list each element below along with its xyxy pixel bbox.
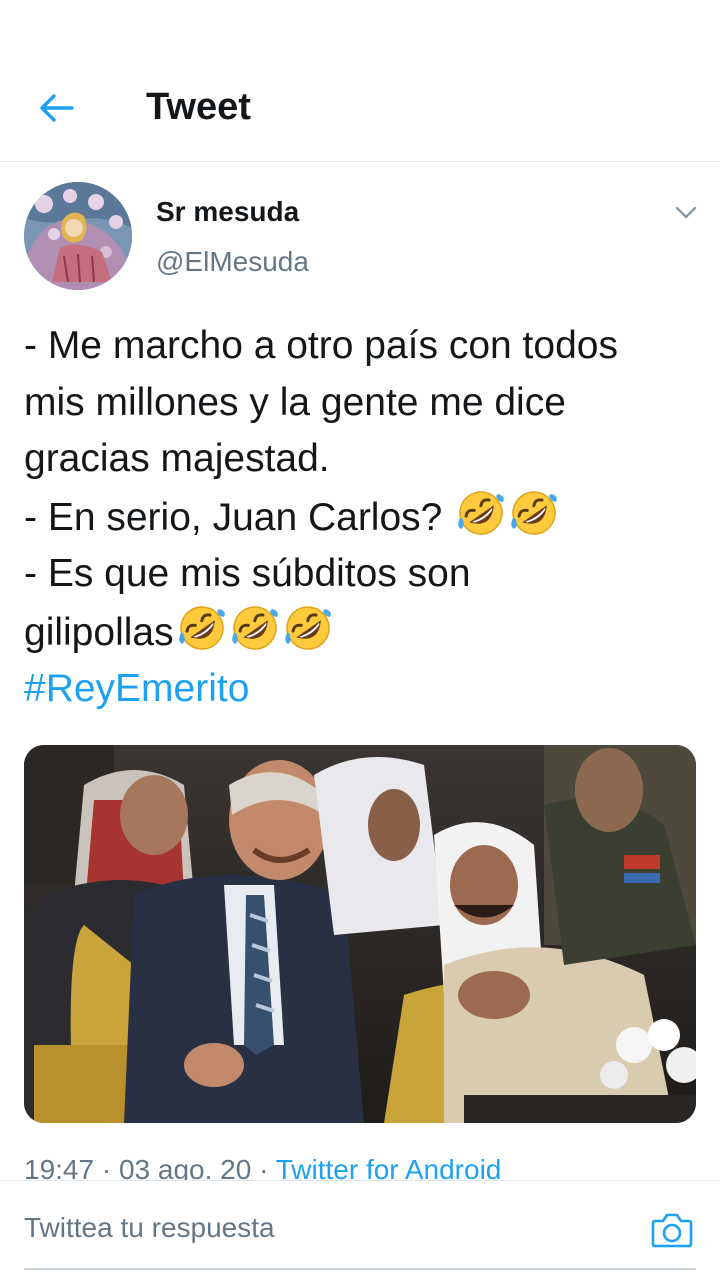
tweet-line-text: gilipollas	[24, 610, 174, 654]
chevron-down-icon	[675, 206, 697, 219]
add-photo-button[interactable]	[650, 1208, 694, 1252]
tweet-line: - En serio, Juan Carlos?	[24, 488, 704, 547]
back-button[interactable]	[30, 82, 82, 134]
tweet-text: - Me marcho a otro país con todos mis mi…	[24, 318, 704, 718]
laughing-emoji-icon	[177, 603, 227, 653]
laughing-emoji-icon	[509, 488, 559, 538]
avatar-image	[24, 182, 132, 290]
emoji-group	[174, 605, 333, 654]
author-display-name[interactable]: Sr mesuda	[156, 196, 299, 228]
emoji-group	[453, 490, 559, 539]
hashtag-link[interactable]: #ReyEmerito	[24, 661, 704, 718]
tweet-meta: 19:47 · 03 ago. 20 · Twitter for Android	[24, 1150, 704, 1180]
top-app-bar: Tweet	[0, 0, 720, 162]
page-title: Tweet	[146, 86, 251, 128]
laughing-emoji-icon	[230, 603, 280, 653]
laughing-emoji-icon	[283, 603, 333, 653]
tweet-line: gracias majestad.	[24, 437, 330, 480]
photo-image	[24, 745, 696, 1123]
meta-separator: ·	[251, 1154, 276, 1180]
laughing-emoji-icon	[456, 488, 506, 538]
tweet-detail-screen: Tweet Sr mesuda @ElMesuda - Me marcho a …	[0, 0, 720, 1280]
tweet-menu-button[interactable]	[666, 198, 706, 228]
tweet-line-text: - En serio, Juan Carlos?	[24, 495, 454, 539]
camera-icon	[651, 1213, 693, 1248]
avatar[interactable]	[24, 182, 132, 290]
tweet-time: 19:47	[24, 1154, 95, 1180]
tweet-line: gilipollas	[24, 603, 704, 662]
tweet-line: - Me marcho a otro país con todos	[24, 324, 618, 367]
reply-input-underline	[24, 1268, 696, 1270]
reply-input[interactable]: Twittea tu respuesta	[24, 1212, 624, 1244]
tweet-date: 03 ago. 20	[118, 1154, 252, 1180]
tweet-line: - Es que mis súbditos son	[24, 552, 471, 595]
tweet-photo[interactable]	[24, 745, 696, 1123]
arrow-left-icon	[40, 94, 74, 122]
author-handle[interactable]: @ElMesuda	[156, 246, 309, 278]
tweet-source-link[interactable]: Twitter for Android	[276, 1154, 502, 1180]
meta-separator: ·	[94, 1154, 119, 1180]
tweet-line: mis millones y la gente me dice	[24, 380, 566, 424]
